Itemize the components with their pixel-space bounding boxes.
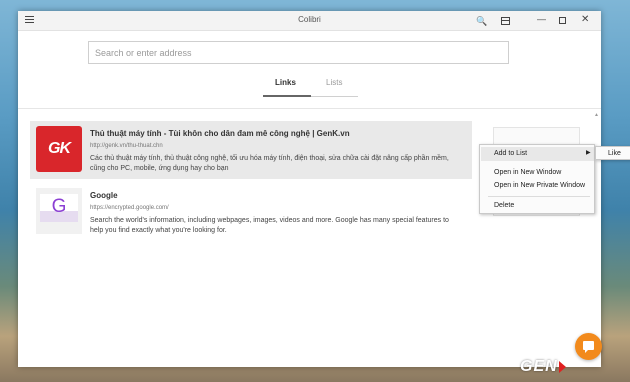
- submenu-item-like[interactable]: Like: [608, 150, 621, 157]
- open-private-window-menu-item[interactable]: Open in New Private Window: [494, 182, 585, 189]
- delete-menu-item[interactable]: Delete: [494, 202, 514, 209]
- link-description: Search the world's information, includin…: [90, 217, 449, 234]
- link-item-genk[interactable]: GK Thủ thuật máy tính - Tùi khôn cho dân…: [30, 121, 472, 179]
- content-divider: [18, 108, 601, 109]
- link-title[interactable]: Google: [90, 191, 118, 200]
- tab-links[interactable]: Links: [275, 78, 296, 87]
- maximize-icon[interactable]: [559, 17, 566, 24]
- active-tab-indicator: [263, 95, 311, 97]
- search-icon[interactable]: 🔍: [476, 14, 487, 28]
- open-new-window-menu-item[interactable]: Open in New Window: [494, 169, 561, 176]
- address-input[interactable]: [88, 41, 509, 64]
- scroll-up-icon[interactable]: ▲: [594, 112, 599, 118]
- submenu-arrow-icon: ▶: [586, 150, 591, 156]
- link-url: http://genk.vn/thu-thuat.chn: [90, 143, 163, 149]
- chat-bubble-button[interactable]: [575, 333, 602, 360]
- chat-bubble-icon: [583, 341, 594, 353]
- genk-watermark-logo: GEN: [520, 358, 566, 375]
- window-title: Colibri: [298, 15, 321, 24]
- browser-window: Colibri 🔍 — ✕ Links Lists ▲ GK Thủ thuật…: [18, 11, 630, 367]
- add-to-list-submenu: Like: [595, 146, 630, 160]
- title-bar: Colibri 🔍 — ✕: [18, 11, 601, 31]
- add-to-list-menu-item[interactable]: Add to List: [494, 150, 527, 157]
- link-title[interactable]: Thủ thuật máy tính - Tùi khôn cho dân đa…: [90, 129, 350, 138]
- minimize-icon[interactable]: —: [537, 12, 546, 26]
- link-item-google[interactable]: G Google https://encrypted.google.com/ S…: [30, 183, 472, 241]
- tab-bar: Links Lists: [263, 78, 358, 98]
- google-thumbnail: G: [36, 188, 82, 234]
- tab-divider: [311, 96, 358, 97]
- close-icon[interactable]: ✕: [581, 13, 589, 27]
- link-description: Các thủ thuật máy tính, thủ thuật công n…: [90, 155, 449, 172]
- genk-logo: GK: [36, 126, 82, 172]
- reader-view-icon[interactable]: [501, 17, 510, 25]
- menu-separator: [488, 196, 590, 197]
- link-url: https://encrypted.google.com/: [90, 205, 169, 211]
- context-menu: Add to List ▶ Open in New Window Open in…: [479, 144, 595, 214]
- tab-lists[interactable]: Lists: [326, 78, 342, 87]
